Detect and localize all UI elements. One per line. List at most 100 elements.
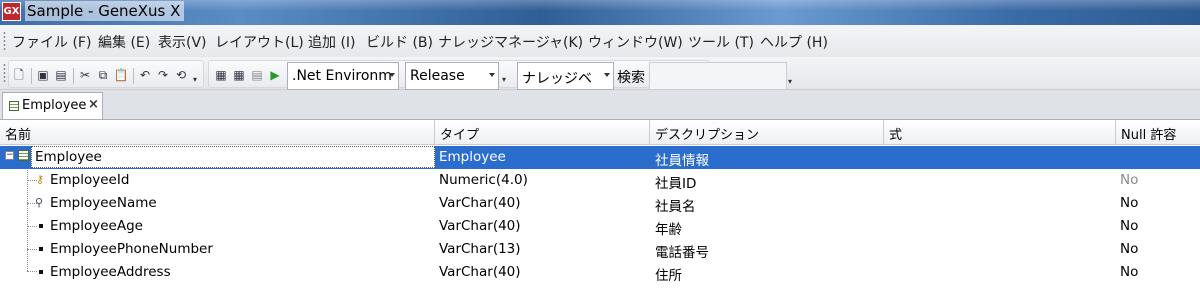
key-icon: ⚷	[36, 173, 45, 186]
menu-edit[interactable]: 編集 (E)	[98, 32, 150, 52]
genexus-logo-icon[interactable]: GX	[2, 2, 21, 21]
configuration-select-value: Release	[410, 68, 465, 84]
copy-icon[interactable]: ⧉	[95, 67, 111, 83]
cell-name[interactable]: EmployeePhoneNumber	[50, 241, 213, 257]
attribute-icon	[39, 224, 43, 228]
cell-type[interactable]: VarChar(40)	[439, 218, 521, 234]
column-header-description[interactable]: デスクリプション	[650, 120, 884, 144]
cell-description[interactable]: 社員情報	[655, 149, 709, 169]
menu-knowledge-manager[interactable]: ナレッジマネージャ(K)	[438, 32, 583, 52]
toolbar-group-build: ▦ ▦ ▤ ▶ .Net Environm Release ▾ ナレッジベ 検索	[208, 60, 787, 90]
description-attribute-icon: ⚲	[35, 196, 44, 209]
tab-label: Employee	[22, 98, 87, 113]
menu-help[interactable]: ヘルプ (H)	[760, 32, 828, 52]
build-icon[interactable]: ▦	[213, 67, 229, 83]
column-header-nullable[interactable]: Null 許容	[1116, 120, 1200, 144]
cell-type[interactable]: VarChar(40)	[439, 264, 521, 280]
column-header-label: 名前	[5, 128, 32, 143]
table-row[interactable]: EmployeePhoneNumber VarChar(13) 電話番号 No	[0, 238, 1200, 261]
configuration-select[interactable]: Release	[405, 62, 499, 90]
menu-layout[interactable]: レイアウト(L)	[215, 32, 304, 52]
cell-name[interactable]: EmployeeAge	[50, 218, 143, 234]
environment-select[interactable]: .Net Environm	[287, 62, 399, 90]
cell-name[interactable]: EmployeeId	[50, 172, 129, 188]
menu-window[interactable]: ウィンドウ(W)	[588, 32, 683, 52]
history-icon[interactable]: ⟲	[173, 67, 189, 83]
table-row[interactable]: EmployeeAge VarChar(40) 年齢 No	[0, 215, 1200, 238]
cut-icon[interactable]: ✂	[77, 67, 93, 83]
tab-employee[interactable]: Employee ×	[2, 92, 103, 119]
transaction-icon	[18, 150, 29, 161]
cell-type[interactable]: Employee	[439, 149, 506, 165]
chevron-down-icon	[489, 73, 495, 77]
collapse-icon[interactable]: −	[5, 151, 14, 160]
table-row-root[interactable]: Employee Employee 社員情報	[0, 146, 1200, 169]
new-object-icon[interactable]: 🗋	[11, 67, 27, 83]
cell-description[interactable]: 電話番号	[655, 241, 709, 261]
chevron-down-icon	[389, 73, 395, 77]
save-all-icon[interactable]: ▤	[53, 67, 69, 83]
transaction-icon	[9, 101, 19, 111]
toolbar-separator	[73, 68, 74, 84]
cell-name[interactable]: EmployeeAddress	[50, 264, 171, 280]
title-bar: GX Sample - GeneXus X	[0, 0, 1200, 25]
toolbar: 🗋 ▣ ▤ ✂ ⧉ 📋 ↶ ↷ ⟲ ▾ ▦ ▦ ▤ ▶ .Net Environ…	[0, 57, 1200, 90]
toolbar-overflow-icon[interactable]: ▾	[193, 75, 197, 84]
cell-description[interactable]: 住所	[655, 264, 682, 284]
build-all-icon[interactable]: ▦	[231, 67, 247, 83]
cell-description[interactable]: 社員ID	[655, 172, 696, 192]
menu-insert[interactable]: 追加 (I)	[308, 32, 356, 52]
column-header-label: Null 許容	[1121, 128, 1177, 143]
search-input[interactable]	[649, 62, 787, 90]
grid-header: 名前 タイプ デスクリプション 式 Null 許容	[0, 120, 1200, 145]
environment-select-value: .Net Environm	[292, 68, 392, 84]
window-title: Sample - GeneXus X	[25, 1, 185, 21]
close-icon[interactable]: ×	[88, 97, 99, 112]
cell-type[interactable]: VarChar(13)	[439, 241, 521, 257]
cell-description[interactable]: 社員名	[655, 195, 696, 215]
column-header-label: タイプ	[440, 128, 480, 143]
cell-nullable[interactable]: No	[1120, 264, 1138, 280]
table-row[interactable]: ⚷ EmployeeId Numeric(4.0) 社員ID No	[0, 169, 1200, 192]
cell-type[interactable]: VarChar(40)	[439, 195, 521, 211]
column-header-type[interactable]: タイプ	[435, 120, 650, 144]
toolbar-grip-icon[interactable]	[3, 63, 6, 83]
toolbar-group-file: 🗋 ▣ ▤ ✂ ⧉ 📋 ↶ ↷ ⟲ ▾	[8, 60, 204, 88]
column-header-formula[interactable]: 式	[884, 120, 1116, 144]
column-header-label: デスクリプション	[655, 128, 760, 143]
cell-name[interactable]: Employee	[35, 149, 102, 165]
chevron-down-icon	[604, 73, 610, 77]
undo-icon[interactable]: ↶	[137, 67, 153, 83]
column-header-label: 式	[889, 128, 903, 143]
menu-grip-icon[interactable]	[3, 31, 6, 51]
paste-icon[interactable]: 📋	[113, 67, 129, 83]
rebuild-icon[interactable]: ▤	[249, 67, 265, 83]
search-label: 検索	[617, 70, 645, 86]
table-row[interactable]: ⚲ EmployeeName VarChar(40) 社員名 No	[0, 192, 1200, 215]
cell-name[interactable]: EmployeeName	[50, 195, 157, 211]
cell-nullable[interactable]: No	[1120, 195, 1138, 211]
menu-tools[interactable]: ツール (T)	[688, 32, 754, 52]
cell-nullable[interactable]: No	[1120, 172, 1138, 188]
menu-file[interactable]: ファイル (F)	[12, 32, 91, 52]
cell-description[interactable]: 年齢	[655, 218, 682, 238]
menu-bar: ファイル (F) 編集 (E) 表示(V) レイアウト(L) 追加 (I) ビル…	[0, 25, 1200, 58]
knowledge-base-select-value: ナレッジベ	[522, 71, 592, 87]
cell-type[interactable]: Numeric(4.0)	[439, 172, 528, 188]
attribute-icon	[39, 247, 43, 251]
toolbar-separator	[31, 68, 32, 84]
run-icon[interactable]: ▶	[267, 67, 283, 83]
redo-icon[interactable]: ↷	[155, 67, 171, 83]
document-tab-strip: Employee ×	[0, 90, 1200, 120]
knowledge-base-select[interactable]: ナレッジベ	[517, 62, 614, 90]
toolbar-separator	[133, 68, 134, 84]
menu-build[interactable]: ビルド (B)	[366, 32, 433, 52]
toolbar-overflow-icon[interactable]: ▾	[502, 75, 506, 84]
save-icon[interactable]: ▣	[35, 67, 51, 83]
cell-nullable[interactable]: No	[1120, 218, 1138, 234]
column-header-name[interactable]: 名前	[0, 120, 435, 144]
table-row[interactable]: EmployeeAddress VarChar(40) 住所 No	[0, 261, 1200, 284]
cell-nullable[interactable]: No	[1120, 241, 1138, 257]
toolbar-overflow-icon[interactable]: ▾	[788, 77, 792, 86]
menu-view[interactable]: 表示(V)	[158, 32, 207, 52]
